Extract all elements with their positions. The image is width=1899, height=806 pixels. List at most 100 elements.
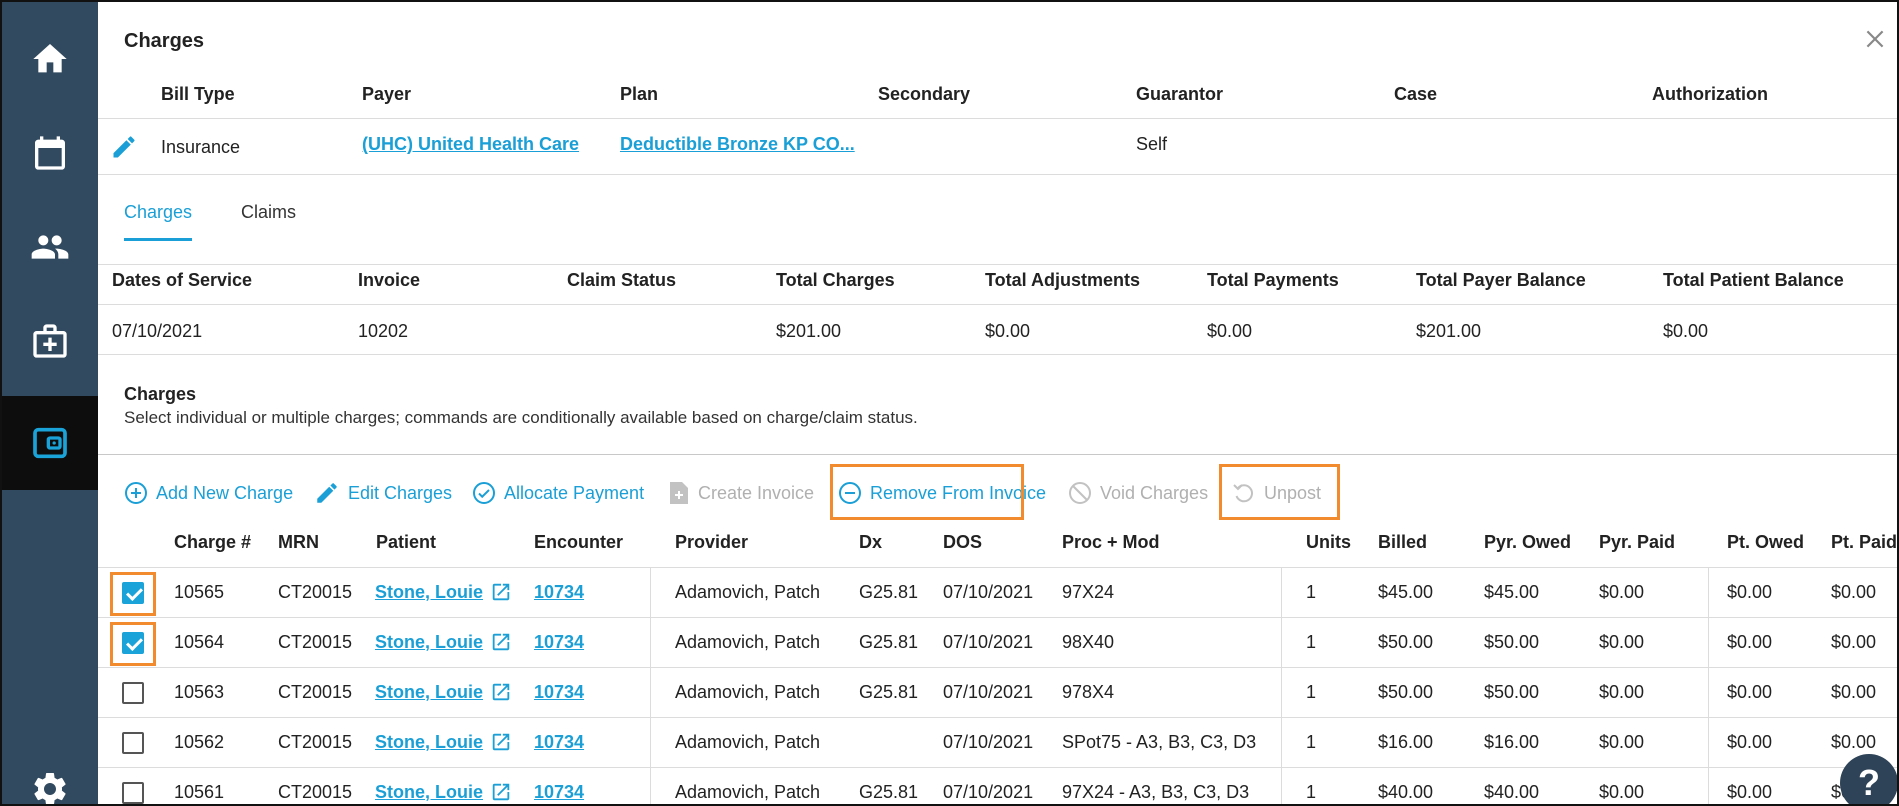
external-link-icon[interactable]	[490, 781, 512, 803]
payer-header: Payer	[362, 84, 412, 104]
encounter-link[interactable]: 10734	[534, 632, 584, 653]
guarantor-value: Self	[1136, 134, 1168, 154]
col-pyr-owed: Pyr. Owed	[1484, 532, 1572, 552]
tab-charges[interactable]: Charges	[124, 202, 192, 223]
cell-pyr-paid: $0.00	[1599, 632, 1645, 652]
summary-header-total-charges: Total Charges	[776, 270, 895, 290]
external-link-icon[interactable]	[490, 581, 512, 603]
close-button[interactable]	[1862, 26, 1888, 52]
summary-header-total-patient-balance: Total Patient Balance	[1663, 270, 1844, 290]
charges-section-description: Select individual or multiple charges; c…	[124, 408, 918, 427]
cell-pyr-owed: $50.00	[1484, 632, 1540, 652]
cell-charge-number: 10563	[174, 682, 225, 702]
cell-mrn: CT20015	[278, 782, 353, 802]
table-row[interactable]: 10561 CT20015 Stone, Louie 10734 Adamovich, …	[98, 768, 1897, 804]
cell-proc-mod: SPot75 - A3, B3, C3, D3	[1062, 732, 1257, 752]
external-link-icon[interactable]	[490, 681, 512, 703]
cell-pyr-owed: $16.00	[1484, 732, 1540, 752]
encounter-link[interactable]: 10734	[534, 582, 584, 603]
bill-type-header: Bill Type	[161, 84, 235, 104]
cell-pyr-owed: $40.00	[1484, 782, 1540, 802]
divider	[98, 454, 1897, 455]
external-link-icon[interactable]	[490, 731, 512, 753]
nav-settings[interactable]	[2, 742, 98, 804]
encounter-link[interactable]: 10734	[534, 782, 584, 803]
cell-pyr-paid: $0.00	[1599, 682, 1645, 702]
cell-pyr-owed: $45.00	[1484, 582, 1540, 602]
nav-calendar[interactable]	[2, 106, 98, 200]
summary-total-patient-balance-value: $0.00	[1663, 321, 1709, 341]
nav-billing[interactable]	[2, 396, 98, 490]
add-new-charge-label: Add New Charge	[156, 482, 294, 503]
nav-clinical[interactable]	[2, 294, 98, 388]
nav-patients[interactable]	[2, 200, 98, 294]
payer-link[interactable]: (UHC) United Health Care	[362, 134, 579, 155]
cell-dos: 07/10/2021	[943, 632, 1034, 652]
cell-dx: G25.81	[859, 632, 919, 652]
cell-proc-mod: 98X40	[1062, 632, 1115, 652]
patient-link[interactable]: Stone, Louie	[375, 582, 483, 603]
table-row[interactable]: 10563 CT20015 Stone, Louie 10734 Adamovich, …	[98, 668, 1897, 718]
create-invoice-button[interactable]: Create Invoice	[668, 481, 814, 505]
edit-bill-button[interactable]	[110, 133, 138, 161]
allocate-payment-button[interactable]: Allocate Payment	[472, 481, 644, 505]
summary-total-charges-value: $201.00	[776, 321, 842, 341]
row-checkbox[interactable]	[122, 682, 144, 704]
cell-proc-mod: 978X4	[1062, 682, 1115, 702]
charges-panel: Charges Bill Type Payer Plan Secondary G…	[98, 2, 1897, 804]
cell-billed: $50.00	[1378, 632, 1434, 652]
prohibited-icon	[1069, 482, 1091, 504]
people-icon	[31, 235, 69, 259]
charges-window: Charges Bill Type Payer Plan Secondary G…	[0, 0, 1899, 806]
guarantor-header: Guarantor	[1136, 84, 1224, 104]
encounter-link[interactable]: 10734	[534, 732, 584, 753]
cell-pt-paid: $0.00	[1831, 582, 1877, 602]
row-checkbox[interactable]	[122, 782, 144, 804]
table-row[interactable]: 10562 CT20015 Stone, Louie 10734 Adamovich, …	[98, 718, 1897, 768]
col-pt-owed: Pt. Owed	[1727, 532, 1805, 552]
external-link-icon[interactable]	[490, 631, 512, 653]
create-invoice-label: Create Invoice	[698, 482, 815, 503]
active-tab-indicator	[124, 238, 192, 241]
edit-charges-button[interactable]: Edit Charges	[314, 480, 452, 506]
table-row[interactable]: 10564 CT20015 Stone, Louie 10734 Adamovich, …	[98, 618, 1897, 668]
col-billed: Billed	[1378, 532, 1428, 552]
gear-icon	[34, 772, 66, 804]
charges-section-title: Charges	[124, 384, 197, 404]
cell-charge-number: 10565	[174, 582, 225, 602]
patient-link[interactable]: Stone, Louie	[375, 732, 483, 753]
summary-header-dates: Dates of Service	[112, 270, 253, 290]
patient-link[interactable]: Stone, Louie	[375, 782, 483, 803]
cell-pt-owed: $0.00	[1727, 582, 1773, 602]
patient-link[interactable]: Stone, Louie	[375, 632, 483, 653]
help-button[interactable]: ?	[1840, 754, 1897, 804]
calendar-icon	[35, 136, 65, 170]
add-new-charge-button[interactable]: Add New Charge	[124, 481, 293, 505]
tab-claims[interactable]: Claims	[241, 202, 296, 223]
cell-provider: Adamovich, Patch	[675, 732, 821, 752]
patient-link[interactable]: Stone, Louie	[375, 682, 483, 703]
allocate-payment-label: Allocate Payment	[504, 482, 645, 503]
cell-charge-number: 10561	[174, 782, 225, 802]
col-dx: Dx	[859, 532, 883, 552]
plan-header: Plan	[620, 84, 659, 104]
table-row[interactable]: 10565 CT20015 Stone, Louie 10734 Adamovich, …	[98, 568, 1897, 618]
cell-pyr-paid: $0.00	[1599, 582, 1645, 602]
cell-dx: G25.81	[859, 782, 919, 802]
cell-provider: Adamovich, Patch	[675, 632, 821, 652]
row-checkbox[interactable]	[122, 732, 144, 754]
row-checkbox-highlight	[110, 622, 156, 666]
cell-mrn: CT20015	[278, 632, 353, 652]
divider	[98, 174, 1897, 175]
nav-home[interactable]	[2, 12, 98, 106]
col-mrn: MRN	[278, 532, 319, 552]
cell-units: 1	[1306, 582, 1317, 602]
plan-link[interactable]: Deductible Bronze KP CO...	[620, 134, 855, 155]
col-pyr-paid: Pyr. Paid	[1599, 532, 1676, 552]
divider	[98, 354, 1897, 355]
void-charges-button[interactable]: Void Charges	[1068, 481, 1208, 505]
encounter-link[interactable]: 10734	[534, 682, 584, 703]
summary-total-adjustments-value: $0.00	[985, 321, 1031, 341]
cell-charge-number: 10564	[174, 632, 225, 652]
cell-units: 1	[1306, 782, 1317, 802]
